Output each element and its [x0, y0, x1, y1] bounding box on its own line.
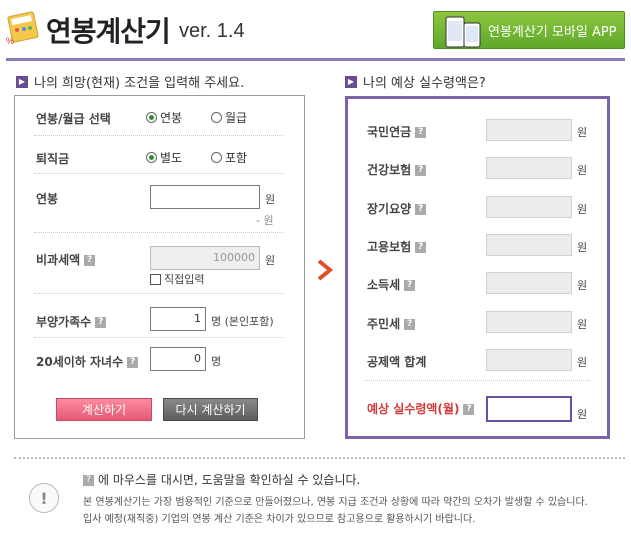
- app-button-label: 연봉계산기 모바일 APP: [488, 24, 617, 40]
- children-unit: 명: [211, 355, 222, 368]
- direct-input-checkbox[interactable]: 직접입력: [150, 271, 204, 287]
- separator: [34, 232, 284, 233]
- deduction-label: 건강보험?: [367, 161, 427, 178]
- nontax-unit: 원: [265, 254, 276, 267]
- version-label: ver. 1.4: [179, 20, 245, 42]
- bullet-icon: ▶: [16, 75, 28, 88]
- separator: [34, 173, 284, 174]
- dependents-unit: 명 (본인포함): [211, 315, 274, 328]
- annual-label: 연봉: [36, 192, 59, 206]
- help-icon[interactable]: ?: [415, 127, 427, 138]
- deduction-unit: 원: [577, 279, 588, 292]
- separator: [34, 337, 284, 338]
- radio-monthly[interactable]: 월급: [211, 109, 247, 126]
- calculate-button[interactable]: 계산하기: [56, 398, 152, 421]
- help-icon[interactable]: ?: [127, 357, 139, 368]
- page-title: 연봉계산기: [46, 15, 171, 48]
- result-label: 예상 실수령액(월)?: [367, 400, 475, 417]
- calculator-logo-icon: %: [6, 11, 39, 46]
- deduction-label: 공제액 합계: [367, 355, 427, 369]
- dependents-label: 부양가족수?: [36, 313, 107, 330]
- result-unit: 원: [577, 408, 588, 421]
- help-icon[interactable]: ?: [463, 404, 475, 415]
- deduction-output: [486, 157, 572, 179]
- info-line-1: 본 연봉계산기는 가장 범용적인 기준으로 만들어졌으나, 연봉 지급 조건과 …: [83, 497, 588, 508]
- result-panel: [345, 96, 610, 439]
- radio-separate[interactable]: 별도: [146, 149, 182, 166]
- info-line-2: 입사 예정(재직중) 기업의 연봉 계산 기준은 차이가 있으므로 참고용으로 …: [83, 514, 476, 525]
- deduction-output: [486, 272, 572, 294]
- reset-button[interactable]: 다시 계산하기: [163, 398, 258, 421]
- children-input[interactable]: 0: [150, 347, 206, 371]
- deduction-unit: 원: [577, 164, 588, 177]
- deduction-unit: 원: [577, 318, 588, 331]
- bullet-icon: ▶: [345, 75, 357, 88]
- salary-type-label: 연봉/월급 선택: [36, 112, 111, 126]
- info-title: ? 에 마우스를 대시면, 도움말을 확인하실 수 있습니다.: [83, 471, 360, 488]
- nontax-input[interactable]: 100000: [150, 246, 260, 270]
- deduction-unit: 원: [577, 203, 588, 216]
- phone-icon: [445, 16, 481, 48]
- separator: [34, 293, 284, 294]
- deduction-output: [486, 349, 572, 371]
- help-icon[interactable]: ?: [95, 317, 107, 328]
- svg-text:%: %: [6, 36, 14, 46]
- help-icon[interactable]: ?: [84, 255, 96, 266]
- deduction-label: 주민세?: [367, 315, 416, 332]
- deduction-label: 장기요양?: [367, 200, 427, 217]
- deduction-label: 고용보험?: [367, 238, 427, 255]
- radio-include[interactable]: 포함: [211, 149, 247, 166]
- annual-subtext: - 원: [256, 214, 274, 227]
- deduction-unit: 원: [577, 356, 588, 369]
- dependents-input[interactable]: 1: [150, 307, 206, 331]
- deduction-output: [486, 196, 572, 218]
- header: % 연봉계산기 ver. 1.4 연봉계산기 모바일 APP: [0, 0, 631, 58]
- chevron-right-icon: [317, 259, 334, 281]
- severance-label: 퇴직금: [36, 152, 70, 166]
- result-output: [486, 396, 572, 422]
- deduction-label: 국민연금?: [367, 123, 427, 140]
- separator: [34, 135, 284, 136]
- help-icon[interactable]: ?: [415, 165, 427, 176]
- help-icon: ?: [83, 475, 94, 486]
- nontax-label: 비과세액?: [36, 251, 96, 268]
- deduction-unit: 원: [577, 126, 588, 139]
- exclamation-icon: !: [29, 483, 59, 513]
- header-divider: [6, 58, 625, 61]
- separator: [365, 380, 590, 381]
- annual-unit: 원: [265, 193, 276, 206]
- annual-salary-input[interactable]: [150, 185, 260, 209]
- deduction-output: [486, 234, 572, 256]
- deduction-label: 소득세?: [367, 276, 416, 293]
- radio-annual[interactable]: 연봉: [146, 109, 182, 126]
- children-label: 20세이하 자녀수?: [36, 353, 139, 370]
- help-icon[interactable]: ?: [404, 280, 416, 291]
- right-heading: ▶ 나의 예상 실수령액은?: [345, 72, 486, 91]
- deduction-output: [486, 119, 572, 141]
- deduction-output: [486, 311, 572, 333]
- help-icon[interactable]: ?: [415, 242, 427, 253]
- left-heading: ▶ 나의 희망(현재) 조건을 입력해 주세요.: [16, 72, 244, 91]
- mobile-app-button[interactable]: 연봉계산기 모바일 APP: [433, 11, 625, 49]
- help-icon[interactable]: ?: [415, 204, 427, 215]
- help-icon[interactable]: ?: [404, 319, 416, 330]
- deduction-unit: 원: [577, 241, 588, 254]
